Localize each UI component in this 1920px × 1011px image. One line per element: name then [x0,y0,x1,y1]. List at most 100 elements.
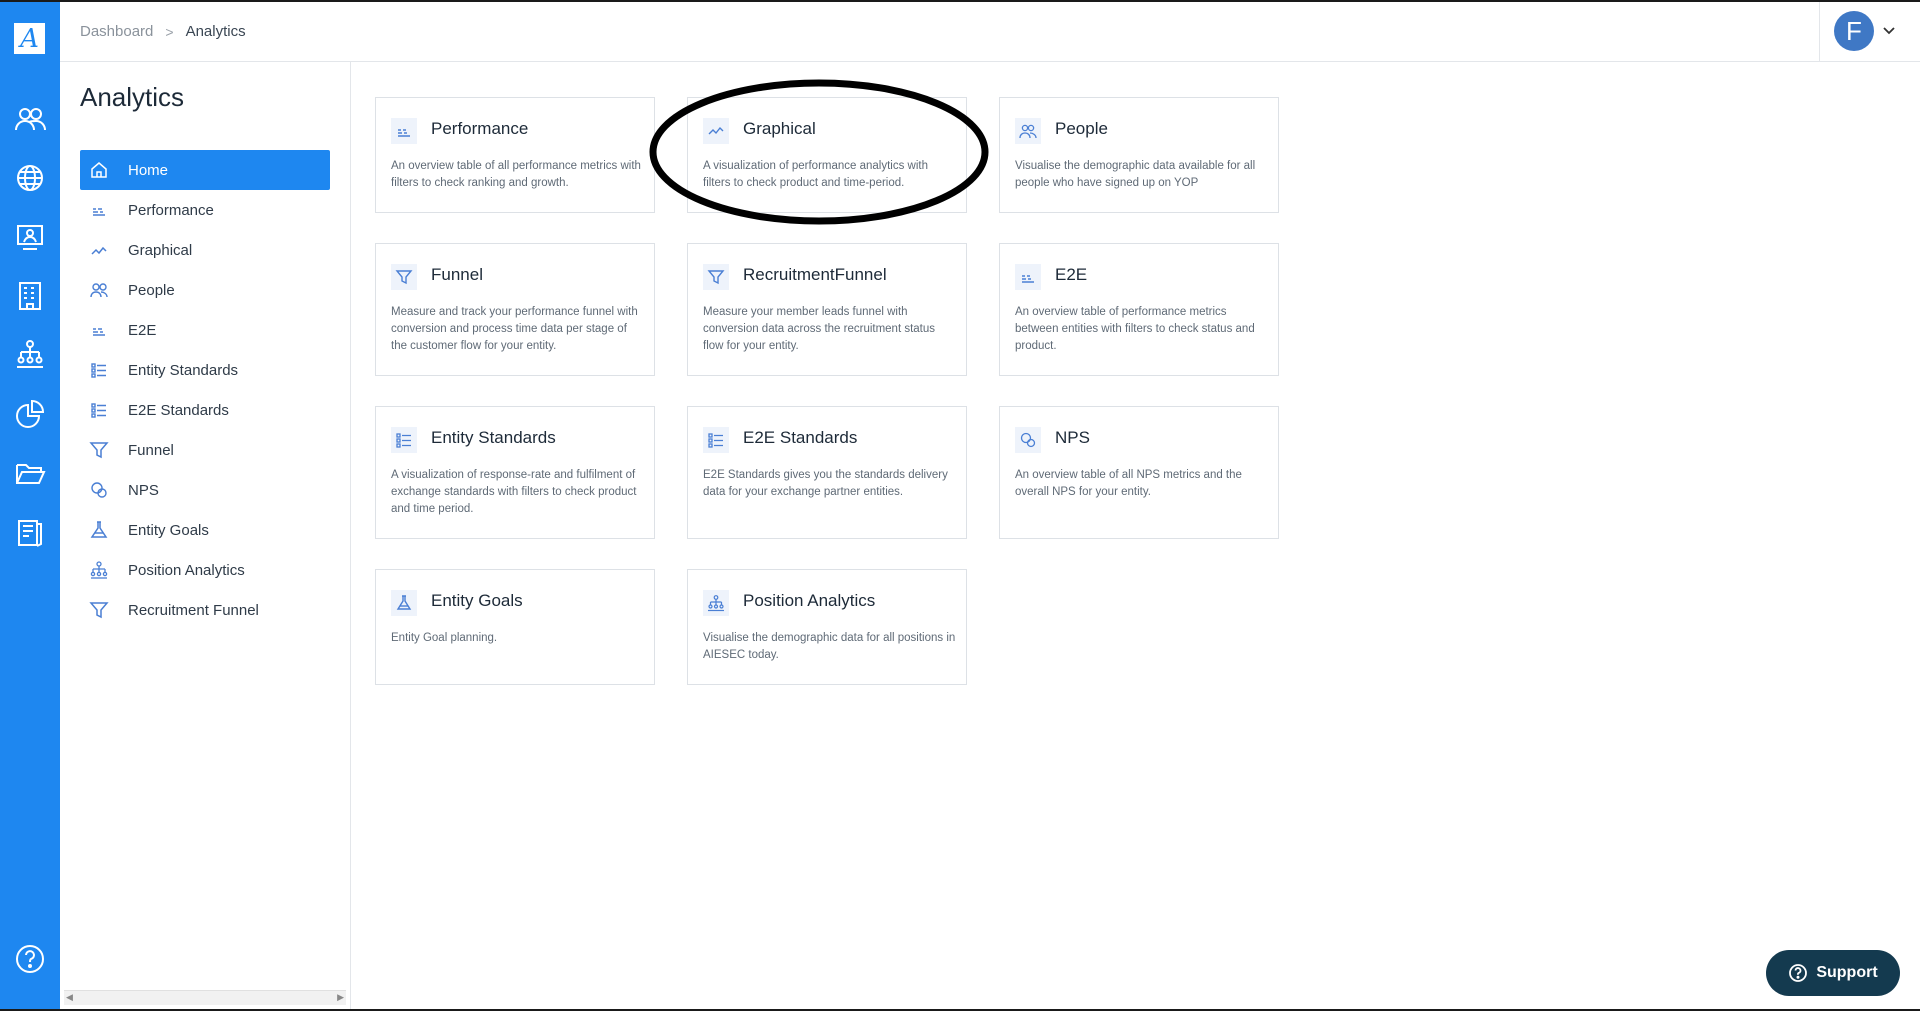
sidebar-item-e2e-standards[interactable]: E2E Standards [80,390,330,430]
card-funnel[interactable]: Funnel Measure and track your performanc… [375,243,655,376]
sidebar-item-label: Performance [128,201,214,219]
card-people[interactable]: People Visualise the demographic data av… [999,97,1279,213]
nps-icon [88,479,110,501]
sidebar-item-recruitment-funnel[interactable]: Recruitment Funnel [80,590,330,630]
support-button[interactable]: Support [1766,950,1900,996]
sidebar-item-label: NPS [128,481,159,499]
flask-icon [88,519,110,541]
pie-chart-icon[interactable] [11,395,49,433]
card-title: Entity Goals [431,591,523,610]
card-title: Graphical [743,119,816,138]
performance-icon [1015,264,1041,290]
scroll-left-arrow-icon[interactable]: ◀ [66,992,73,1003]
sidebar-nav: Home Performance Graphical People E2E En… [80,150,330,630]
card-recruitment-funnel[interactable]: RecruitmentFunnel Measure your member le… [687,243,967,376]
monitor-user-icon[interactable] [11,218,49,256]
sidebar-item-entity-goals[interactable]: Entity Goals [80,510,330,550]
app-rail: A [0,2,60,1009]
card-title: Performance [431,119,529,138]
sidebar-item-position-analytics[interactable]: Position Analytics [80,550,330,590]
user-avatar[interactable]: F [1834,11,1874,51]
analytics-sidebar: Analytics Home Performance Graphical Peo… [60,62,351,1009]
card-title: E2E Standards [743,428,858,447]
sidebar-item-graphical[interactable]: Graphical [80,230,330,270]
chevron-down-icon[interactable] [1882,24,1896,38]
card-e2e[interactable]: E2E An overview table of performance met… [999,243,1279,376]
top-bar: Dashboard > Analytics F [60,2,1920,62]
card-title: Position Analytics [743,591,876,610]
card-title: People [1055,119,1108,138]
people-icon [1015,118,1041,144]
app-logo[interactable]: A [14,23,45,54]
performance-icon [88,319,110,341]
help-icon[interactable] [11,940,49,978]
sidebar-item-label: Graphical [128,241,193,259]
people-icon[interactable] [11,100,49,138]
sidebar-item-label: Recruitment Funnel [128,601,259,619]
card-entity-goals[interactable]: Entity Goals Entity Goal planning. [375,569,655,685]
card-description: E2E Standards gives you the standards de… [703,469,948,498]
sidebar-item-label: E2E [128,321,157,339]
card-performance[interactable]: Performance An overview table of all per… [375,97,655,213]
card-title: E2E [1055,265,1088,284]
list-check-icon [703,427,729,453]
breadcrumb-dashboard-link[interactable]: Dashboard [80,23,153,40]
org-chart-icon [88,559,110,581]
card-entity-standards[interactable]: Entity Standards A visualization of resp… [375,406,655,539]
card-title: Funnel [431,265,483,284]
card-e2e-standards[interactable]: E2E Standards E2E Standards gives you th… [687,406,967,539]
funnel-icon [88,439,110,461]
card-title: Entity Standards [431,428,556,447]
support-label: Support [1816,964,1878,981]
card-description: An overview table of performance metrics… [1015,306,1255,352]
folder-open-icon[interactable] [11,454,49,492]
sidebar-item-label: Funnel [128,441,174,459]
list-check-icon [391,427,417,453]
people-icon [88,279,110,301]
nps-icon [1015,427,1041,453]
breadcrumb-current: Analytics [185,23,246,40]
sidebar-title: Analytics [80,82,185,112]
performance-icon [88,199,110,221]
card-title: NPS [1055,428,1090,447]
card-nps[interactable]: NPS An overview table of all NPS metrics… [999,406,1279,539]
org-chart-icon[interactable] [11,336,49,374]
list-check-icon [88,359,110,381]
sidebar-item-label: People [128,281,175,299]
card-description: An overview table of all performance met… [391,160,641,189]
card-description: Measure and track your performance funne… [391,306,638,352]
card-title: RecruitmentFunnel [743,265,887,284]
breadcrumb-separator: > [165,23,174,40]
globe-icon[interactable] [11,159,49,197]
sidebar-item-label: Entity Standards [128,361,239,379]
funnel-icon [391,264,417,290]
sidebar-item-funnel[interactable]: Funnel [80,430,330,470]
card-graphical[interactable]: Graphical A visualization of performance… [687,97,967,213]
sidebar-item-people[interactable]: People [80,270,330,310]
sidebar-item-performance[interactable]: Performance [80,190,330,230]
card-description: A visualization of response-rate and ful… [391,469,637,515]
sidebar-item-nps[interactable]: NPS [80,470,330,510]
sidebar-item-e2e[interactable]: E2E [80,310,330,350]
sidebar-item-entity-standards[interactable]: Entity Standards [80,350,330,390]
card-description: Visualise the demographic data available… [1015,160,1256,189]
performance-icon [391,118,417,144]
building-icon[interactable] [11,277,49,315]
funnel-icon [88,599,110,621]
card-description: Measure your member leads funnel with co… [703,306,936,352]
report-icon[interactable] [11,513,49,551]
graph-line-icon [703,118,729,144]
sidebar-item-label: E2E Standards [128,401,229,419]
sidebar-item-label: Position Analytics [128,561,245,579]
question-circle-icon [1789,964,1808,982]
card-description: Visualise the demographic data for all p… [703,632,956,661]
breadcrumb: Dashboard > Analytics [80,23,246,40]
card-position-analytics[interactable]: Position Analytics Visualise the demogra… [687,569,967,685]
home-icon [88,159,110,181]
sidebar-item-home[interactable]: Home [80,150,330,190]
sidebar-horizontal-scrollbar[interactable]: ◀ ▶ [64,990,346,1005]
card-description: An overview table of all NPS metrics and… [1015,469,1242,498]
graph-line-icon [88,239,110,261]
card-description: A visualization of performance analytics… [703,160,928,189]
scroll-right-arrow-icon[interactable]: ▶ [337,992,344,1003]
